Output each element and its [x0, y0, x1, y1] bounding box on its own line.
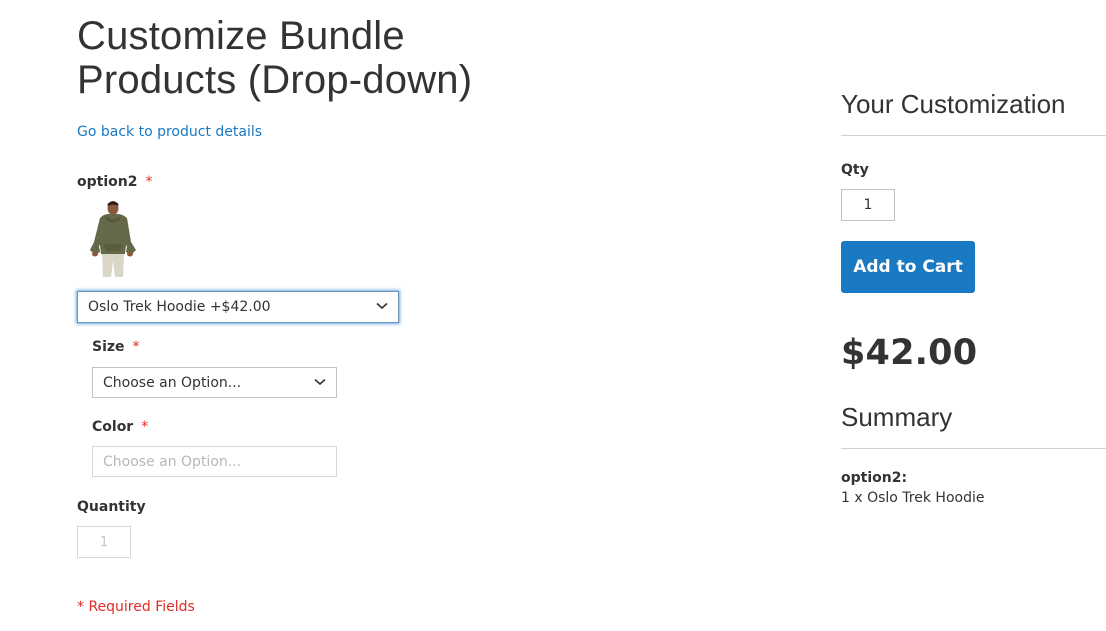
required-fields-note: * Required Fields — [77, 599, 195, 615]
chevron-down-icon — [376, 302, 388, 310]
required-asterisk: * — [145, 174, 153, 190]
back-to-product-link[interactable]: Go back to product details — [77, 124, 262, 140]
customization-divider — [841, 135, 1106, 136]
color-label-text: Color — [92, 419, 134, 435]
option2-select[interactable]: Oslo Trek Hoodie +$42.00 — [77, 291, 399, 323]
size-select[interactable]: Choose an Option... — [92, 367, 337, 398]
summary-option-title: option2: — [841, 470, 908, 486]
summary-divider — [841, 448, 1106, 449]
summary-option-item: 1 x Oslo Trek Hoodie — [841, 490, 985, 506]
add-to-cart-button[interactable]: Add to Cart — [841, 241, 975, 293]
qty-input[interactable]: 1 — [841, 189, 895, 221]
size-label: Size * — [92, 339, 140, 355]
product-thumbnail-hoodie — [90, 201, 136, 277]
your-customization-heading: Your Customization — [841, 89, 1066, 119]
qty-label: Qty — [841, 162, 869, 178]
chevron-down-icon — [314, 378, 326, 385]
bundle-price: $42.00 — [841, 333, 978, 373]
quantity-label: Quantity — [77, 499, 146, 515]
color-select: Choose an Option... — [92, 446, 337, 477]
quantity-label-text: Quantity — [77, 499, 146, 515]
required-asterisk: * — [141, 419, 149, 435]
option2-label-text: option2 — [77, 174, 138, 190]
color-label: Color * — [92, 419, 148, 435]
page-title: Customize Bundle Products (Drop-down) — [77, 14, 473, 102]
size-selected-value: Choose an Option... — [103, 374, 242, 391]
option-quantity-input: 1 — [77, 526, 131, 558]
size-label-text: Size — [92, 339, 125, 355]
qty-label-text: Qty — [841, 162, 869, 178]
option2-label: option2 * — [77, 174, 152, 190]
summary-heading: Summary — [841, 402, 953, 432]
option2-selected-value: Oslo Trek Hoodie +$42.00 — [88, 299, 271, 315]
required-asterisk: * — [132, 339, 140, 355]
color-placeholder: Choose an Option... — [103, 453, 242, 470]
